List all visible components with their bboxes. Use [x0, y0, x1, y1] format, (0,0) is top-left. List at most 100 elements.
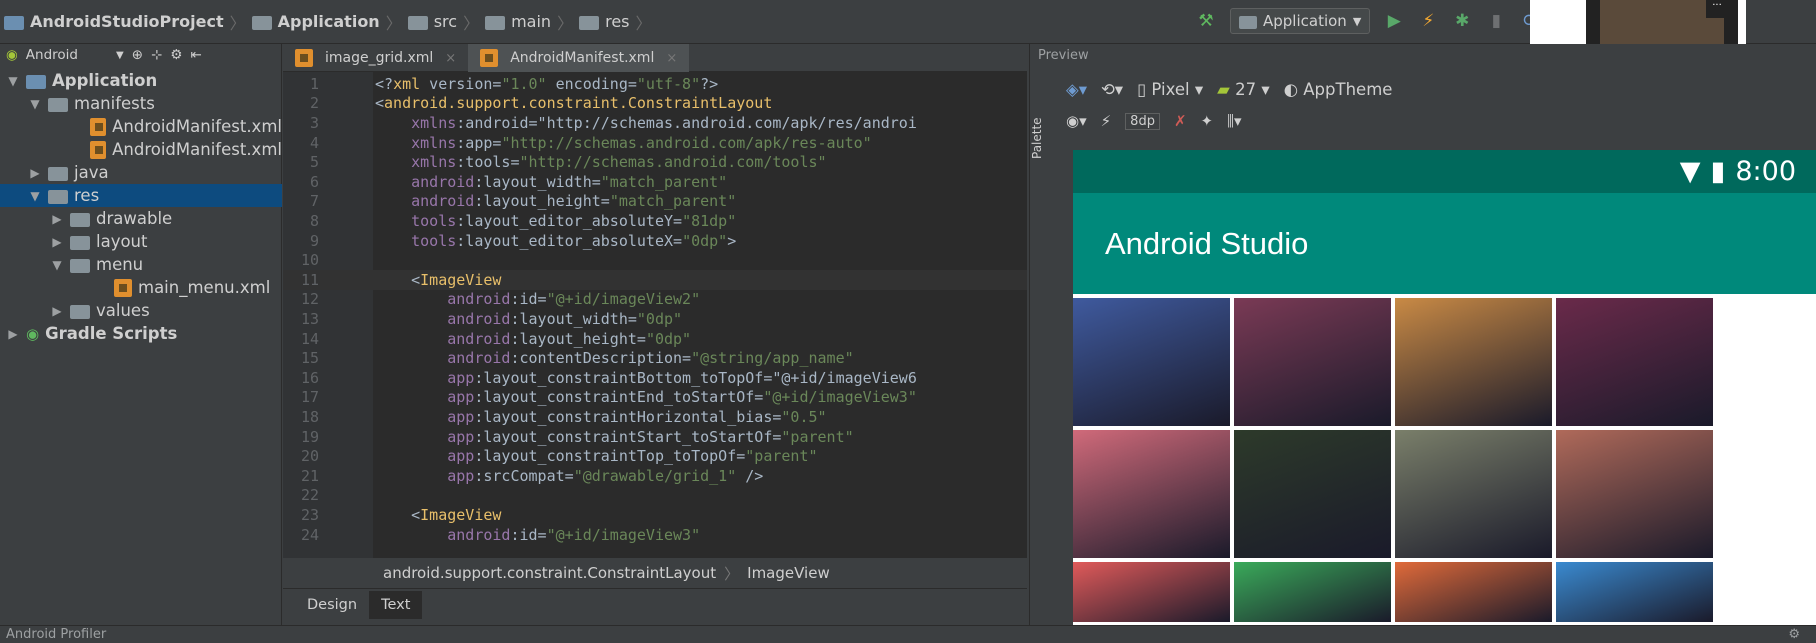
infer-constraints-icon[interactable]: ✦: [1201, 112, 1214, 130]
editor-breadcrumb-imageview[interactable]: ImageView: [747, 564, 830, 582]
device-select[interactable]: ▯ Pixel ▾: [1137, 80, 1203, 99]
code-line[interactable]: 16 app:layout_constraintBottom_toTopOf="…: [283, 368, 1027, 388]
breadcrumb-src[interactable]: src: [434, 12, 457, 31]
align-icon[interactable]: ⫼▾: [1227, 112, 1241, 130]
chevron-down-icon[interactable]: ▼: [28, 97, 42, 111]
editor-tab-label: AndroidManifest.xml: [510, 50, 655, 66]
wifi-icon: ▼: [1679, 156, 1701, 187]
theme-select[interactable]: ◐ AppTheme: [1284, 80, 1393, 99]
project-view-select[interactable]: Android: [26, 47, 78, 63]
code-line[interactable]: 18 app:layout_constraintHorizontal_bias=…: [283, 407, 1027, 427]
sidebar-item[interactable]: ▼ menu: [0, 253, 282, 276]
android-profiler-tab[interactable]: Android Profiler: [6, 627, 106, 642]
line-number: 9: [309, 231, 319, 250]
code-line[interactable]: 6 android:layout_width="match_parent": [283, 172, 1027, 192]
code-line[interactable]: 4 xmlns:app="http://schemas.android.com/…: [283, 133, 1027, 153]
tab-design[interactable]: Design: [295, 591, 369, 619]
navigation-bar: AndroidStudioProject 〉 Application 〉 src…: [0, 0, 1816, 108]
api-level-select[interactable]: ▰ 27 ▾: [1217, 80, 1269, 99]
code-editor[interactable]: 1 <?xml version="1.0" encoding="utf-8"?> 2…: [283, 72, 1027, 558]
code-line[interactable]: 1 <?xml version="1.0" encoding="utf-8"?>: [283, 74, 1027, 94]
sidebar-item[interactable]: ▶ java: [0, 161, 282, 184]
run-configuration-select[interactable]: Application ▼: [1230, 8, 1371, 34]
code-line[interactable]: 24 android:id="@+id/imageView3": [283, 525, 1027, 545]
code-line[interactable]: 2 <android.support.constraint.ConstraintL…: [283, 94, 1027, 114]
code-line[interactable]: 10: [283, 250, 1027, 270]
chevron-down-icon[interactable]: ▼: [116, 50, 124, 61]
collapse-icon[interactable]: ⊹: [151, 47, 162, 63]
code-line[interactable]: 3 xmlns:android="http://schemas.android.…: [283, 113, 1027, 133]
close-icon[interactable]: ×: [445, 51, 456, 66]
sidebar-item[interactable]: ▼ res: [0, 184, 282, 207]
more-options-icon[interactable]: ···: [1706, 0, 1728, 18]
code-line[interactable]: 14 android:layout_height="0dp": [283, 329, 1027, 349]
code-line[interactable]: 9 tools:layout_editor_absoluteX="0dp">: [283, 231, 1027, 251]
code-line[interactable]: 15 android:contentDescription="@string/a…: [283, 348, 1027, 368]
sidebar-item[interactable]: AndroidManifest.xml: [0, 138, 282, 161]
code-line[interactable]: 22: [283, 486, 1027, 506]
target-icon[interactable]: ⊕: [132, 47, 143, 63]
code-line[interactable]: 7 android:layout_height="match_parent": [283, 192, 1027, 212]
sidebar-item[interactable]: ▼ Application: [0, 69, 282, 92]
code-line[interactable]: 19 app:layout_constraintStart_toStartOf=…: [283, 427, 1027, 447]
chevron-down-icon[interactable]: ▼: [28, 189, 42, 203]
editor-tab[interactable]: AndroidManifest.xml ×: [468, 44, 690, 72]
code-line[interactable]: 21 app:srcCompat="@drawable/grid_1" />: [283, 466, 1027, 486]
breadcrumb-res[interactable]: res: [605, 12, 629, 31]
gear-icon[interactable]: ⚙: [170, 47, 182, 63]
chevron-right-icon[interactable]: ▶: [6, 327, 20, 341]
chevron-right-icon[interactable]: ▶: [50, 212, 64, 226]
sidebar-item[interactable]: ▶ values: [0, 299, 282, 322]
clear-constraints-icon[interactable]: ✗: [1174, 112, 1187, 130]
sidebar-item[interactable]: ▼ manifests: [0, 92, 282, 115]
breadcrumb-project[interactable]: AndroidStudioProject: [30, 12, 224, 31]
layers-icon[interactable]: ◈▾: [1066, 80, 1087, 99]
sidebar-item[interactable]: ▶ drawable: [0, 207, 282, 230]
line-number: 20: [300, 447, 319, 466]
eye-icon[interactable]: ◉▾: [1066, 112, 1087, 130]
code-line[interactable]: 5 xmlns:tools="http://schemas.android.co…: [283, 152, 1027, 172]
chevron-right-icon[interactable]: ▶: [50, 304, 64, 318]
apply-changes-icon[interactable]: ⚡: [1418, 11, 1438, 31]
sidebar-item[interactable]: AndroidManifest.xml: [0, 115, 282, 138]
sidebar-item[interactable]: main_menu.xml: [0, 276, 282, 299]
debug-icon[interactable]: ✱: [1452, 11, 1472, 31]
editor-tab[interactable]: image_grid.xml ×: [283, 44, 468, 72]
code-text: android:layout_width="match_parent": [411, 172, 728, 191]
sidebar-item[interactable]: ▶ ◉ Gradle Scripts: [0, 322, 282, 345]
tab-text[interactable]: Text: [369, 591, 423, 619]
code-line[interactable]: 8 tools:layout_editor_absoluteY="81dp": [283, 211, 1027, 231]
breadcrumb-module[interactable]: Application: [278, 12, 380, 31]
api-level-label: 27: [1235, 79, 1257, 99]
gear-icon[interactable]: ⚙: [1788, 627, 1800, 642]
code-text: <android.support.constraint.ConstraintLa…: [375, 94, 773, 113]
editor-breadcrumb-layout[interactable]: android.support.constraint.ConstraintLay…: [383, 564, 716, 582]
code-line[interactable]: 12 android:id="@+id/imageView2": [283, 290, 1027, 310]
code-text: <ImageView: [375, 505, 502, 524]
close-icon[interactable]: ×: [666, 51, 677, 66]
chevron-right-icon[interactable]: ▶: [28, 166, 42, 180]
code-line[interactable]: 13 android:layout_width="0dp": [283, 309, 1027, 329]
orientation-icon[interactable]: ⟲▾: [1101, 80, 1123, 99]
code-line[interactable]: 20 app:layout_constraintTop_toTopOf="par…: [283, 446, 1027, 466]
hide-panel-icon[interactable]: ⇤: [190, 47, 201, 63]
sidebar-item[interactable]: ▶ layout: [0, 230, 282, 253]
default-margin-select[interactable]: 8dp: [1125, 112, 1160, 130]
chevron-down-icon[interactable]: ▼: [6, 74, 20, 88]
code-text: app:srcCompat="@drawable/grid_1" />: [447, 466, 764, 485]
code-text: tools:layout_editor_absoluteY="81dp": [411, 211, 737, 230]
hammer-build-icon[interactable]: ⚒: [1196, 11, 1216, 31]
breadcrumb-main[interactable]: main: [511, 12, 551, 31]
sidebar-item-label: manifests: [74, 94, 155, 113]
palette-side-tab[interactable]: Palette: [1030, 78, 1052, 198]
run-icon[interactable]: ▶: [1384, 11, 1404, 31]
code-line[interactable]: 23 <ImageView: [283, 505, 1027, 525]
sidebar-item-label: Application: [52, 71, 158, 90]
chevron-down-icon[interactable]: ▼: [50, 258, 64, 272]
chevron-right-icon[interactable]: ▶: [50, 235, 64, 249]
profile-icon[interactable]: ▮: [1486, 11, 1506, 31]
code-line[interactable]: 11 <ImageView: [283, 270, 1027, 290]
xml-file-icon: [114, 278, 132, 297]
autoconnect-icon[interactable]: ⚡: [1101, 112, 1112, 130]
code-line[interactable]: 17 app:layout_constraintEnd_toStartOf="@…: [283, 388, 1027, 408]
